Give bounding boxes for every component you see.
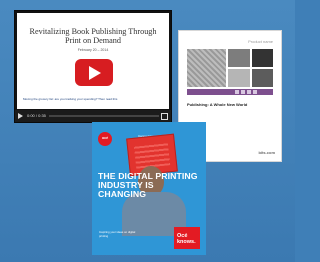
document-header-text: Product name	[248, 39, 273, 44]
video-slide: Revitalizing Book Publishing Through Pri…	[17, 13, 169, 109]
image-grid	[187, 49, 273, 87]
oce-logo-icon: océ	[98, 132, 112, 146]
video-controls[interactable]: 0:00 / 0:35	[15, 110, 171, 122]
fullscreen-icon[interactable]	[161, 113, 168, 120]
document-logo: bits.com	[258, 150, 275, 155]
swatch	[235, 90, 239, 94]
image-tile	[228, 49, 250, 67]
play-icon[interactable]	[18, 113, 23, 119]
book-lines	[133, 141, 171, 169]
play-button[interactable]	[75, 59, 113, 86]
swatch	[247, 90, 251, 94]
progress-bar[interactable]	[49, 115, 159, 117]
document-header: Product name	[187, 39, 273, 46]
image-tile	[228, 69, 250, 87]
video-title: Revitalizing Book Publishing Through Pri…	[29, 27, 157, 45]
cta-text: Océ knows.	[177, 233, 196, 245]
image-tile	[252, 69, 273, 87]
video-date: February 20 – 2014	[77, 48, 109, 52]
oce-knows-badge: Océ knows.	[174, 227, 200, 249]
brand-label: océ	[101, 136, 109, 140]
document-title: Publishing: A Whole New World	[187, 102, 248, 107]
video-caption: Moving the grocery list: are you trackin…	[23, 97, 118, 101]
brochure-headline: THE DIGITAL PRINTING INDUSTRY IS CHANGIN…	[98, 171, 198, 200]
swatch	[241, 90, 245, 94]
video-time: 0:00 / 0:35	[27, 113, 46, 118]
color-bar	[187, 89, 273, 95]
play-icon	[89, 66, 101, 80]
image-tile	[252, 49, 273, 67]
image-tile	[187, 49, 226, 87]
brochure-small-text: Inspiring your ideas on digital printing	[99, 230, 136, 238]
brochure-thumbnail[interactable]: océ Canon Group THE DIGITAL PRINTING IND…	[92, 122, 206, 255]
swatch	[253, 90, 257, 94]
video-player[interactable]: Revitalizing Book Publishing Through Pri…	[14, 10, 172, 123]
